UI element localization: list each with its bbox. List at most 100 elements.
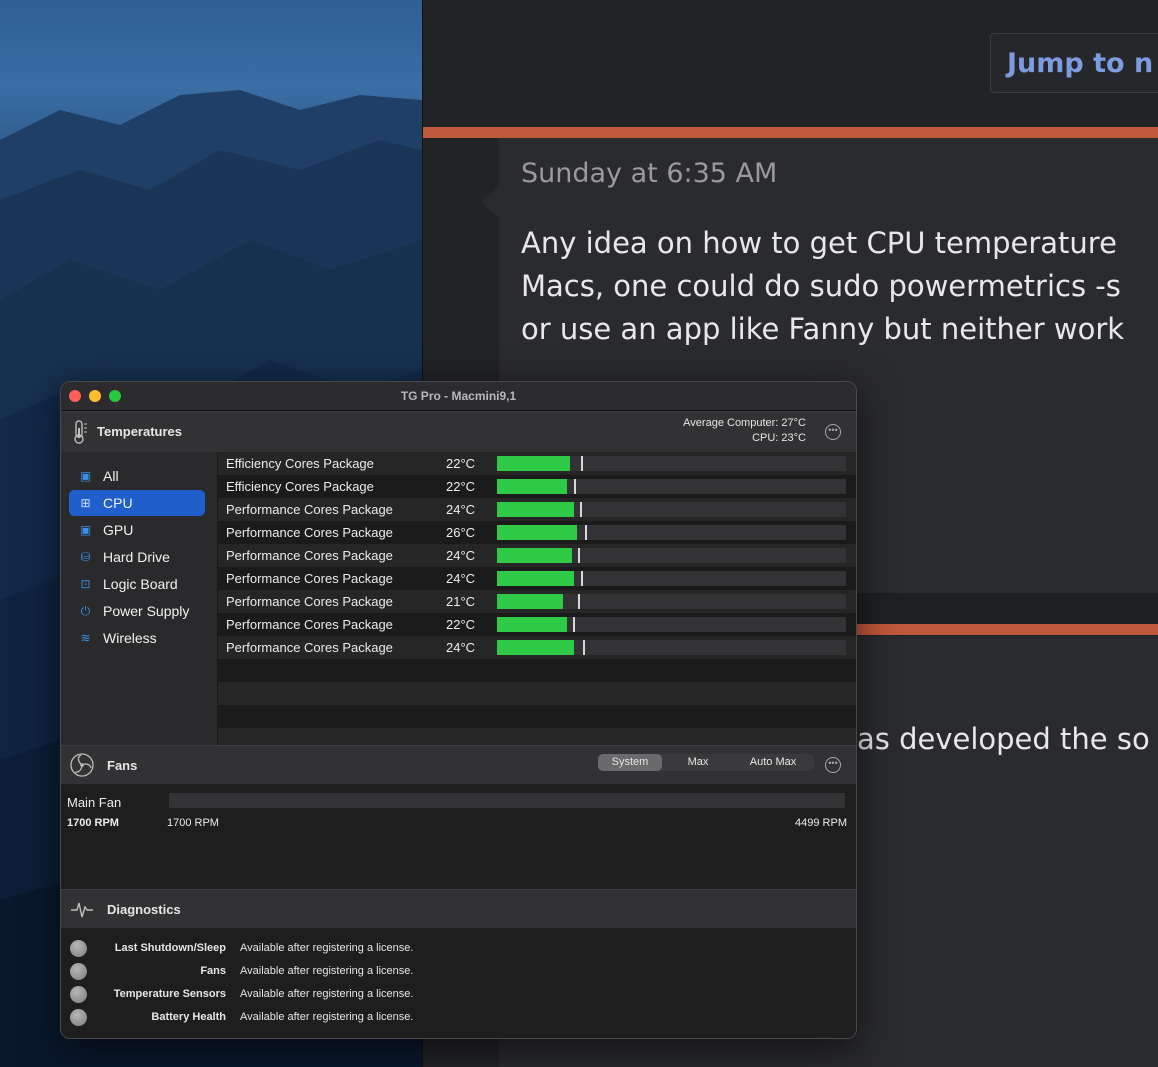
sensor-temperature: 22°C <box>446 617 476 632</box>
ellipsis-circle-icon[interactable]: ••• <box>825 424 841 440</box>
gpu-icon: ▣ <box>79 523 92 537</box>
temperature-bar <box>497 525 846 540</box>
post-body: Any idea on how to get CPU temperature M… <box>521 222 1158 351</box>
sensor-temperature: 22°C <box>446 479 476 494</box>
post-timestamp[interactable]: Sunday at 6:35 AM <box>521 158 777 189</box>
temperature-bar-fill <box>497 502 574 517</box>
post2-body: as developed the so <box>857 722 1150 756</box>
temperature-bar-fill <box>497 594 563 609</box>
fans-panel: Main Fan 1700 RPM 1700 RPM 4499 RPM <box>61 784 856 889</box>
temperature-bar <box>497 640 846 655</box>
fan-min-rpm: 1700 RPM <box>167 817 219 829</box>
sensor-name: Performance Cores Package <box>226 594 393 609</box>
max-temperature-marker <box>580 502 582 517</box>
jump-to-new-button[interactable]: Jump to n <box>990 33 1158 93</box>
hard-drive-icon: ⛁ <box>80 550 91 564</box>
max-temperature-marker <box>583 640 585 655</box>
fans-ellipsis-circle-icon[interactable]: ••• <box>825 757 841 773</box>
temperature-bar-fill <box>497 571 574 586</box>
diag-value: Available after registering a license. <box>240 942 414 954</box>
cpu-average-readout: CPU: 23°C <box>752 432 806 444</box>
sidebar-item-logic-board[interactable]: ⊡ Logic Board <box>69 571 205 597</box>
temperature-row[interactable]: Performance Cores Package 24°C <box>218 567 856 590</box>
temperature-row[interactable]: Efficiency Cores Package 22°C <box>218 475 856 498</box>
temperature-bar-fill <box>497 617 567 632</box>
temperature-bar-fill <box>497 548 572 563</box>
max-temperature-marker <box>578 594 580 609</box>
temperature-row[interactable]: Efficiency Cores Package 22°C <box>218 452 856 475</box>
max-temperature-marker <box>578 548 580 563</box>
sensor-name: Performance Cores Package <box>226 525 393 540</box>
max-temperature-marker <box>585 525 587 540</box>
window-titlebar[interactable]: TG Pro - Macmini9,1 <box>61 382 856 411</box>
diagnostics-title: Diagnostics <box>107 902 181 917</box>
status-indicator-icon <box>70 986 87 1003</box>
post-pointer <box>481 186 499 218</box>
sidebar-item-gpu[interactable]: ▣ GPU <box>69 517 205 543</box>
sidebar-item-hard-drive[interactable]: ⛁ Hard Drive <box>69 544 205 570</box>
thermometer-icon <box>74 420 87 444</box>
sidebar-item-label: CPU <box>103 495 133 511</box>
sensor-temperature: 24°C <box>446 640 476 655</box>
cpu-icon: ⊞ <box>80 496 91 510</box>
fans-header: Fans System Max Auto Max ••• <box>61 745 856 785</box>
temperature-bar <box>497 617 846 632</box>
post-line: or use an app like Fanny but neither wor… <box>521 312 1125 346</box>
fans-title: Fans <box>107 758 138 773</box>
sidebar-item-label: Power Supply <box>103 603 190 619</box>
empty-row <box>218 682 856 705</box>
fan-speed-slider[interactable] <box>169 793 845 808</box>
temperature-bar <box>497 594 846 609</box>
diag-label: Temperature Sensors <box>113 988 226 1000</box>
sensor-name: Efficiency Cores Package <box>226 479 374 494</box>
tg-pro-window: TG Pro - Macmini9,1 Temperatures Average… <box>60 381 857 1039</box>
sidebar-item-label: GPU <box>103 522 134 538</box>
sensor-temperature: 22°C <box>446 456 476 471</box>
max-temperature-marker <box>574 479 576 494</box>
temperature-row[interactable]: Performance Cores Package 24°C <box>218 636 856 659</box>
max-temperature-marker <box>581 456 583 471</box>
post-line: Any idea on how to get CPU temperature <box>521 226 1117 260</box>
average-value: 27°C <box>781 417 806 429</box>
temperatures-header: Temperatures Average Computer: 27°C CPU:… <box>61 411 856 453</box>
cpu-label: CPU: <box>752 432 779 444</box>
empty-row <box>218 705 856 728</box>
sidebar-item-cpu[interactable]: ⊞ CPU <box>69 490 205 516</box>
empty-row <box>218 728 856 745</box>
fan-icon <box>70 753 94 777</box>
sidebar-item-label: Hard Drive <box>103 549 170 565</box>
temperature-row[interactable]: Performance Cores Package 26°C <box>218 521 856 544</box>
max-temperature-marker <box>573 617 575 632</box>
all-chip-icon: ▣ <box>79 469 92 483</box>
temperature-bar-fill <box>497 525 577 540</box>
fan-current-rpm: 1700 RPM <box>67 817 119 829</box>
temperature-row[interactable]: Performance Cores Package 24°C <box>218 498 856 521</box>
sidebar-item-label: All <box>103 468 119 484</box>
max-temperature-marker <box>581 571 583 586</box>
sensor-temperature: 24°C <box>446 548 476 563</box>
fan-mode-auto-max[interactable]: Auto Max <box>734 754 812 771</box>
pulse-icon <box>71 902 93 918</box>
status-indicator-icon <box>70 940 87 957</box>
fan-mode-max[interactable]: Max <box>666 754 730 771</box>
wifi-icon: ≋ <box>80 631 91 645</box>
sidebar-item-all[interactable]: ▣ All <box>69 463 205 489</box>
sidebar-item-power-supply[interactable]: ⏻ Power Supply <box>69 598 205 624</box>
sidebar-item-label: Logic Board <box>103 576 178 592</box>
sensor-name: Performance Cores Package <box>226 548 393 563</box>
temperature-row[interactable]: Performance Cores Package 22°C <box>218 613 856 636</box>
post-divider-2 <box>853 624 1158 635</box>
post-divider <box>423 127 1158 138</box>
fan-mode-system[interactable]: System <box>598 754 662 771</box>
temperature-bar <box>497 479 846 494</box>
temperature-row[interactable]: Performance Cores Package 24°C <box>218 544 856 567</box>
temperatures-title: Temperatures <box>97 424 183 439</box>
temperature-row[interactable]: Performance Cores Package 21°C <box>218 590 856 613</box>
sidebar-item-wireless[interactable]: ≋ Wireless <box>69 625 205 651</box>
sensor-name: Performance Cores Package <box>226 502 393 517</box>
temperature-bar <box>497 456 846 471</box>
jump-button-label: Jump to n <box>1007 48 1154 79</box>
sensor-temperature: 24°C <box>446 502 476 517</box>
diag-value: Available after registering a license. <box>240 1011 414 1023</box>
diag-value: Available after registering a license. <box>240 988 414 1000</box>
